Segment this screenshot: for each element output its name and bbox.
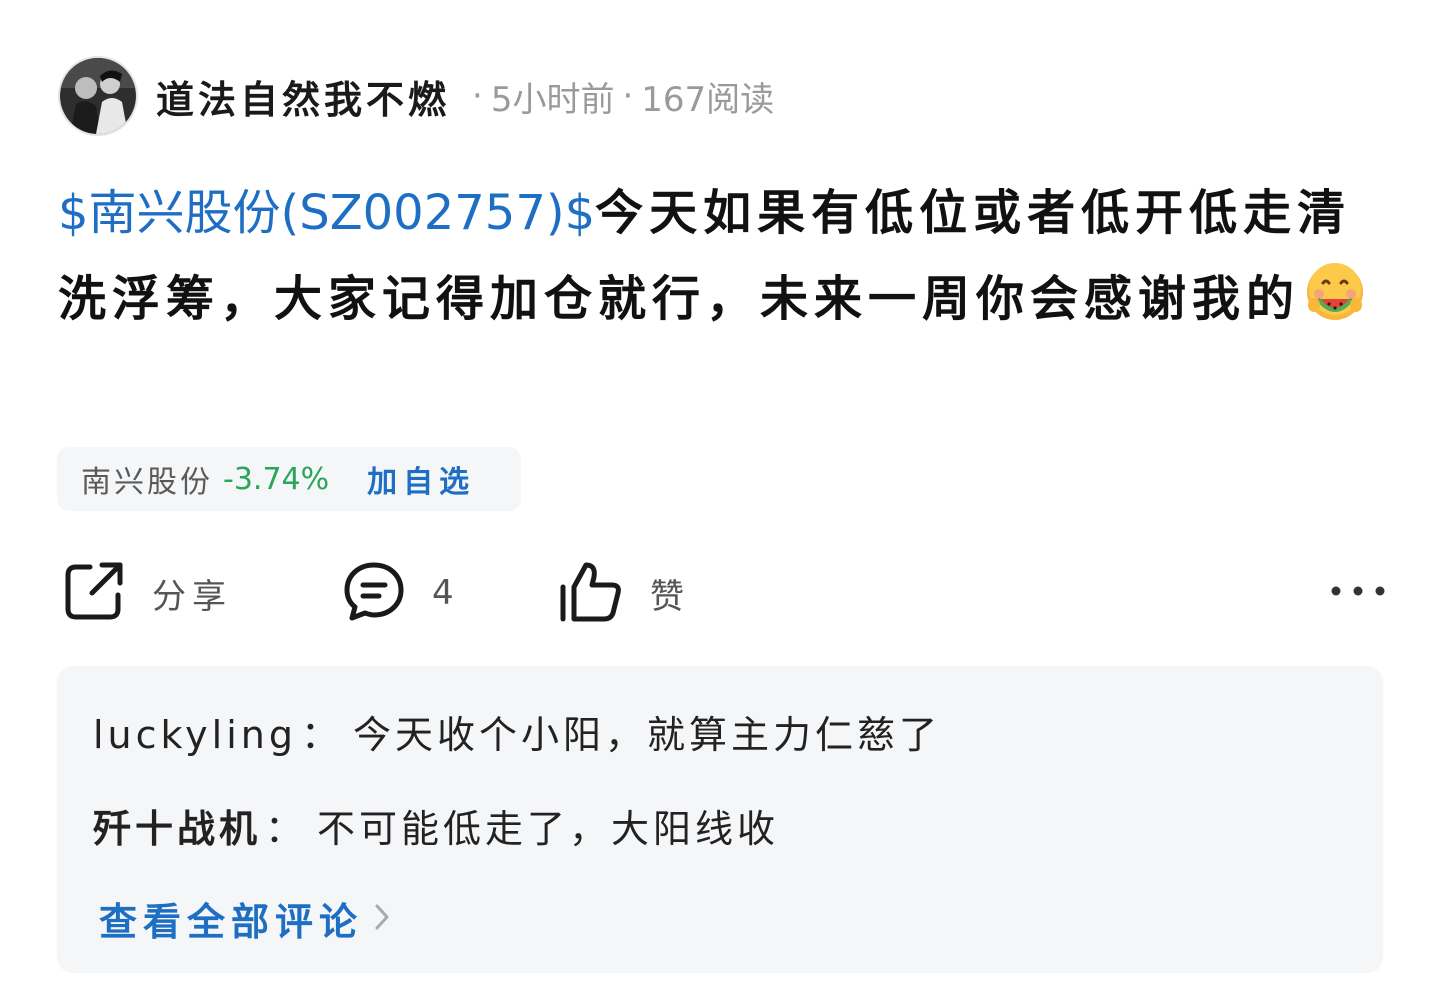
comment-colon: ： <box>301 713 344 757</box>
stock-change-percent: -3.74% <box>223 461 330 497</box>
action-bar: 分享 4 赞 <box>58 558 1388 628</box>
stock-name: 南兴股份 <box>81 465 213 500</box>
stock-tag-link[interactable]: $南兴股份(SZ002757)$ <box>58 185 595 241</box>
comment-preview-panel: luckyling：今天收个小阳，就算主力仁慈了 歼十战机：不可能低走了，大阳线… <box>57 666 1383 973</box>
view-all-label: 查看全部评论 <box>99 900 364 944</box>
avatar[interactable] <box>58 56 138 136</box>
comment-button[interactable]: 4 <box>342 558 460 628</box>
comment-count: 4 <box>432 573 460 613</box>
post-body: $南兴股份(SZ002757)$今天如果有低位或者低开低走清洗浮筹，大家记得加仓… <box>58 170 1378 342</box>
comment-username[interactable]: luckyling <box>93 713 297 757</box>
comment-colon: ： <box>265 807 308 851</box>
post-meta: · 5小时前 · 167阅读 <box>464 72 774 121</box>
chevron-right-icon <box>373 897 391 941</box>
view-all-comments-link[interactable]: 查看全部评论 <box>99 891 391 946</box>
comment-item[interactable]: 歼十战机：不可能低走了，大阳线收 <box>93 798 779 853</box>
more-options-button[interactable] <box>1328 558 1388 628</box>
share-icon <box>62 559 126 627</box>
share-label: 分享 <box>152 576 232 617</box>
comment-username[interactable]: 歼十战机 <box>93 807 261 851</box>
read-count: 167阅读 <box>641 79 775 120</box>
post-header: 道法自然我不燃 · 5小时前 · 167阅读 <box>58 56 774 136</box>
like-button[interactable]: 赞 <box>558 558 690 628</box>
more-dots-icon <box>1328 581 1388 605</box>
add-to-watchlist-button[interactable]: 加自选 <box>367 457 475 501</box>
comment-bubble-icon <box>342 559 406 627</box>
thumbs-up-icon <box>558 559 624 627</box>
author-name[interactable]: 道法自然我不燃 <box>156 69 450 124</box>
post-time: 5小时前 <box>490 79 615 120</box>
meta-separator: · <box>622 76 634 116</box>
stock-quote-chip[interactable]: 南兴股份 -3.74% 加自选 <box>57 447 521 511</box>
share-button[interactable]: 分享 <box>62 558 232 628</box>
comment-item[interactable]: luckyling：今天收个小阳，就算主力仁慈了 <box>93 704 941 759</box>
comment-text: 不可能低走了，大阳线收 <box>317 807 780 851</box>
comment-text: 今天收个小阳，就算主力仁慈了 <box>353 713 942 757</box>
watermelon-face-emoji-icon <box>1304 261 1366 323</box>
like-label: 赞 <box>650 576 690 617</box>
meta-separator: · <box>472 76 483 116</box>
